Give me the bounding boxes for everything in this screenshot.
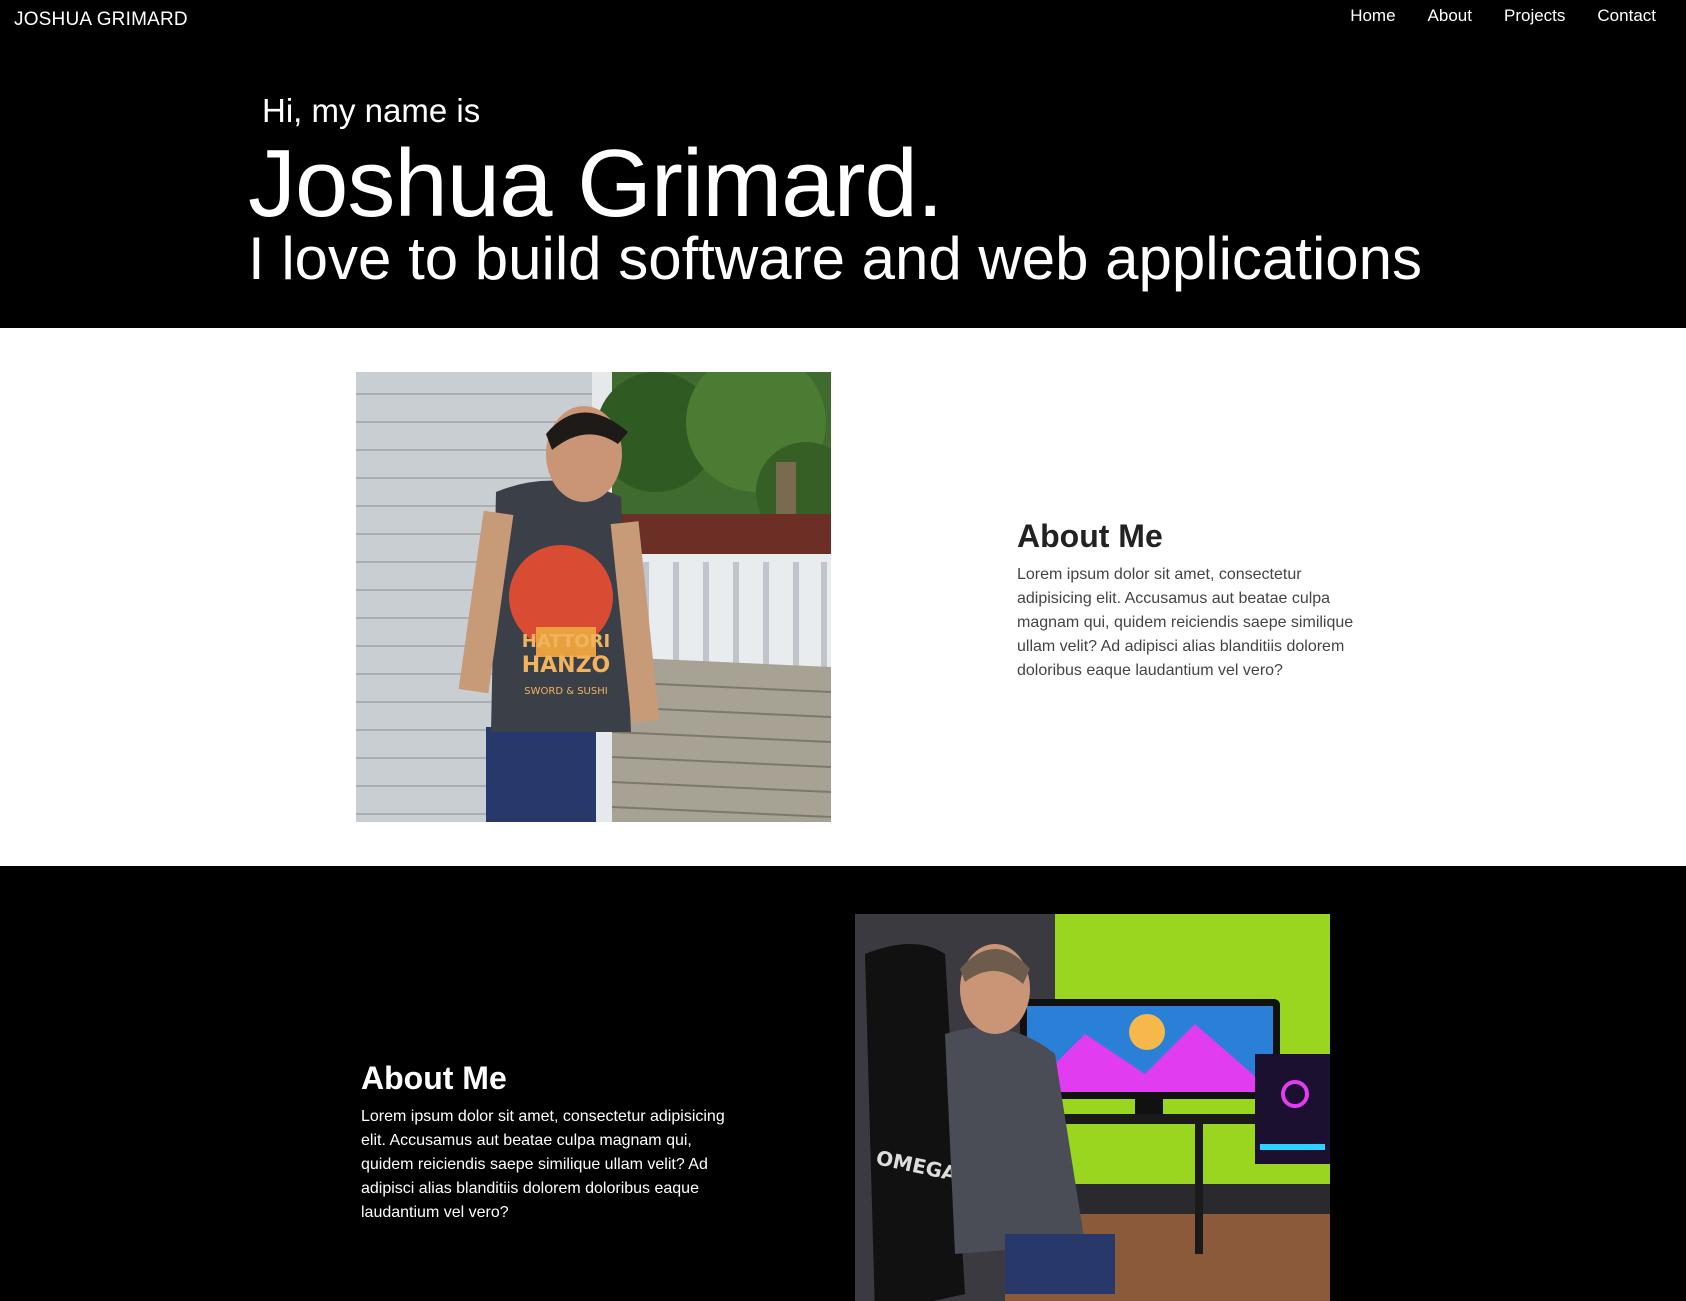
nav-link-projects[interactable]: Projects xyxy=(1504,6,1565,26)
nav-link-home[interactable]: Home xyxy=(1350,6,1395,26)
about-title: About Me xyxy=(361,1060,507,1096)
about-photo-gaming: OMEGA xyxy=(855,914,1330,1301)
about-text-block-1: About Me Lorem ipsum dolor sit amet, con… xyxy=(1017,518,1362,683)
nav-links: Home About Projects Contact xyxy=(1350,6,1656,26)
nav-link-contact[interactable]: Contact xyxy=(1597,6,1656,26)
about-text-block-2: About Me Lorem ipsum dolor sit amet, con… xyxy=(361,1060,741,1225)
brand-logo[interactable]: JOSHUA GRIMARD xyxy=(14,9,188,31)
about-section-light: HATTORI HANZO SWORD & SUSHI About Me Lor… xyxy=(0,328,1686,866)
nav-link-about[interactable]: About xyxy=(1428,6,1472,26)
about-section-dark: About Me Lorem ipsum dolor sit amet, con… xyxy=(0,866,1686,1301)
hero-intro: Hi, my name is xyxy=(262,92,481,129)
about-title: About Me xyxy=(1017,518,1163,554)
about-photo-deck: HATTORI HANZO SWORD & SUSHI xyxy=(356,372,831,822)
svg-text:SWORD & SUSHI: SWORD & SUSHI xyxy=(524,686,607,697)
hero-section: Hi, my name is Joshua Grimard. I love to… xyxy=(0,42,1686,328)
about-body: Lorem ipsum dolor sit amet, consectetur … xyxy=(361,1108,725,1221)
about-body: Lorem ipsum dolor sit amet, consectetur … xyxy=(1017,566,1354,679)
hero-tagline: I love to build software and web applica… xyxy=(248,225,1423,292)
hero-name: Joshua Grimard. xyxy=(248,130,944,237)
svg-text:HATTORI: HATTORI xyxy=(522,631,610,652)
svg-text:HANZO: HANZO xyxy=(522,653,611,678)
navbar: JOSHUA GRIMARD Home About Projects Conta… xyxy=(0,0,1686,42)
